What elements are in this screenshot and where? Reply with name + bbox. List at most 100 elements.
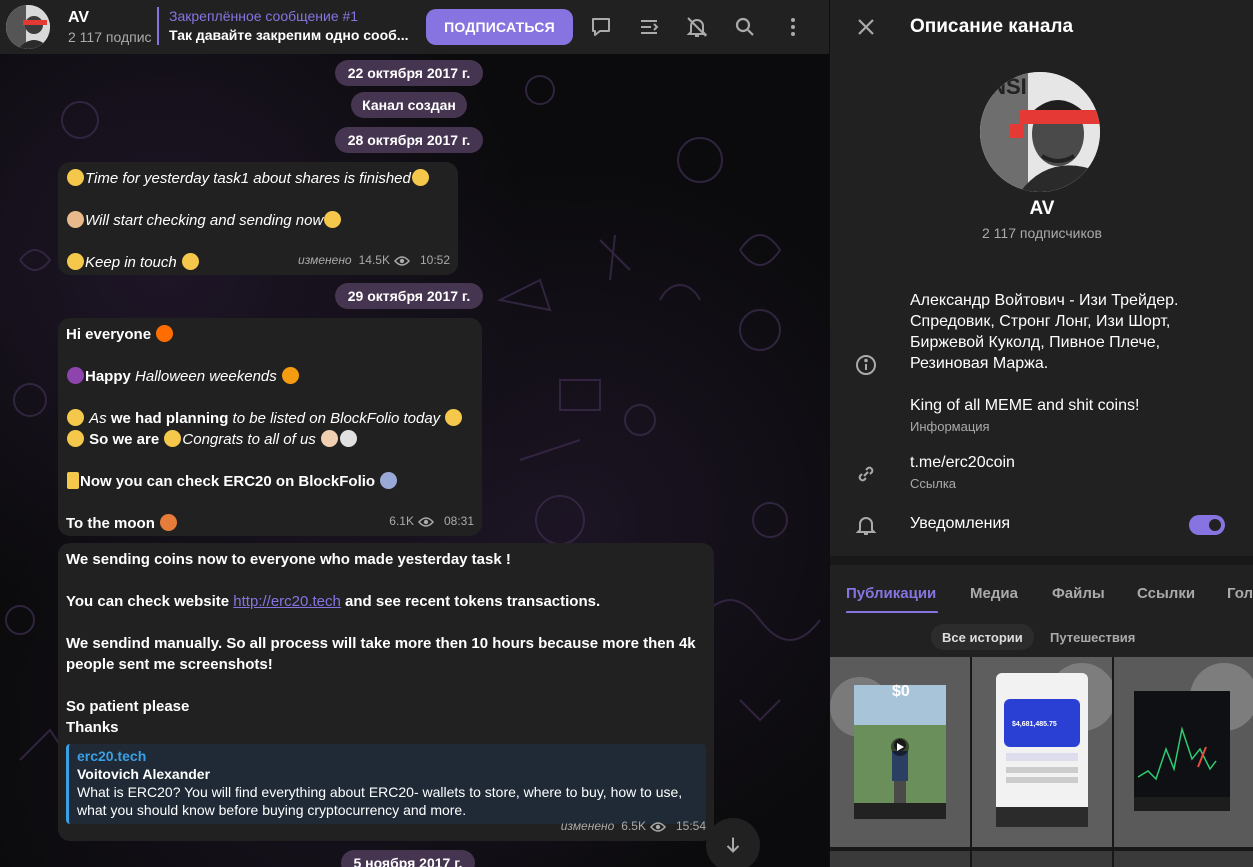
- tab-files[interactable]: Файлы: [1052, 585, 1105, 602]
- preview-title: Voitovich Alexander: [77, 766, 211, 782]
- channel-post[interactable]: Time for yesterday task1 about shares is…: [58, 162, 458, 275]
- emoji: [320, 430, 338, 447]
- channel-description[interactable]: Александр Войтович - Изи Трейдер. Спредо…: [910, 290, 1230, 436]
- post-text: Congrats to all of us: [182, 431, 316, 448]
- subscribe-button[interactable]: ПОДПИСАТЬСЯ: [426, 9, 573, 45]
- channel-subscribers: 2 117 подпис: [68, 29, 152, 45]
- website-link[interactable]: http://erc20.tech: [233, 593, 341, 610]
- channel-name: AV: [1029, 198, 1055, 219]
- post-time: 15:54: [675, 819, 706, 833]
- channel-avatar[interactable]: [6, 5, 50, 49]
- channel-link-row[interactable]: t.me/erc20coin Ссылка: [910, 452, 1015, 493]
- filter-travel[interactable]: Путешествия: [1039, 624, 1146, 650]
- channel-post[interactable]: Hi everyone Happy Halloween weekends As …: [58, 318, 482, 536]
- story-tile[interactable]: [830, 851, 970, 867]
- description-label: Информация: [910, 419, 990, 434]
- pinned-message-bar[interactable]: Закреплённое сообщение #1 Так давайте за…: [157, 7, 408, 45]
- notifications-toggle[interactable]: [1189, 515, 1225, 535]
- emoji: [156, 325, 174, 342]
- emoji: [281, 367, 299, 384]
- views-count: 6.1K: [389, 514, 414, 528]
- date-separator: 28 октября 2017 г.: [335, 127, 483, 153]
- svg-text:INSI: INSI: [984, 74, 1027, 99]
- service-message: Канал создан: [351, 92, 467, 118]
- post-text: and see recent tokens transactions.: [340, 593, 601, 610]
- tab-links[interactable]: Ссылки: [1137, 585, 1195, 602]
- emoji: [67, 211, 84, 228]
- post-text: We sendind manually. So all process will…: [66, 635, 696, 673]
- post-meta: изменено 6.5K 15:54: [561, 816, 706, 837]
- search-icon[interactable]: [733, 15, 757, 39]
- link-preview[interactable]: erc20.tech Voitovich Alexander What is E…: [66, 744, 706, 824]
- media-tabs: Публикации Медиа Файлы Ссылки Гол: [830, 565, 1253, 614]
- more-menu-icon[interactable]: [781, 15, 805, 39]
- channel-post[interactable]: We sending coins now to everyone who mad…: [58, 543, 714, 841]
- views-eye-icon: [649, 821, 666, 832]
- edited-label: изменено: [298, 253, 352, 267]
- post-meta: 6.1K 08:31: [389, 511, 474, 532]
- story-tile[interactable]: $4,681,485.75: [972, 657, 1112, 847]
- channel-info-section: Описание канала INSI AV 2 117 подписчико…: [830, 0, 1253, 556]
- post-meta: изменено 14.5K 10:52: [298, 250, 450, 271]
- story-tile[interactable]: [1114, 851, 1253, 867]
- tab-media[interactable]: Медиа: [970, 585, 1018, 602]
- post-text: So patient please: [66, 698, 190, 715]
- mute-bell-icon[interactable]: [685, 15, 709, 39]
- panel-title: Описание канала: [910, 16, 1074, 37]
- story-amount: $4,681,485.75: [1012, 721, 1057, 728]
- stories-icon[interactable]: [637, 15, 661, 39]
- pinned-title: Закреплённое сообщение #1: [169, 8, 359, 24]
- emoji: [164, 430, 182, 447]
- emoji: [181, 253, 199, 270]
- emoji: [411, 169, 429, 186]
- channel-avatar-large[interactable]: INSI: [980, 72, 1100, 192]
- link-icon: [858, 466, 874, 482]
- comments-icon[interactable]: [589, 15, 613, 39]
- post-text: Will start checking and sending now: [85, 212, 324, 229]
- emoji: [67, 409, 84, 426]
- scroll-down-button[interactable]: [706, 818, 760, 867]
- description-text: King of all MEME and shit coins!: [910, 397, 1140, 414]
- views-eye-icon: [393, 255, 410, 266]
- preview-description: What is ERC20? You will find everything …: [77, 784, 683, 818]
- story-tile[interactable]: [972, 851, 1112, 867]
- arrow-down-icon: [726, 837, 740, 853]
- close-icon[interactable]: [854, 15, 878, 39]
- story-tile[interactable]: [1114, 657, 1253, 847]
- subscriber-count: 2 117 подписчиков: [982, 225, 1102, 241]
- notifications-label: Уведомления: [910, 515, 1011, 532]
- tab-publications[interactable]: Публикации: [846, 585, 936, 602]
- toggle-knob: [1206, 516, 1224, 534]
- channel-link[interactable]: t.me/erc20coin: [910, 452, 1015, 473]
- message-list[interactable]: 22 октября 2017 г. Канал создан 28 октяб…: [0, 54, 829, 867]
- description-text: Александр Войтович - Изи Трейдер. Спредо…: [910, 292, 1179, 372]
- post-text: We sending coins now to everyone who mad…: [66, 551, 511, 568]
- emoji: [67, 472, 79, 489]
- post-time: 10:52: [419, 253, 450, 267]
- emoji: [67, 367, 84, 384]
- stories-grid: $0 $4,681,485.75: [830, 657, 1253, 867]
- emoji: [324, 211, 342, 228]
- emoji: [67, 253, 84, 270]
- chat-header: AV 2 117 подпис Закреплённое сообщение #…: [0, 0, 829, 54]
- post-text: to be listed on BlockFolio today: [232, 410, 441, 427]
- views-count: 14.5K: [358, 253, 390, 267]
- story-amount: $0: [892, 683, 910, 700]
- edited-label: изменено: [560, 819, 615, 833]
- tab-voice[interactable]: Гол: [1227, 585, 1253, 602]
- channel-title[interactable]: AV: [68, 9, 89, 27]
- emoji: [339, 430, 357, 447]
- telegram-window: AV 2 117 подпис Закреплённое сообщение #…: [0, 0, 1253, 867]
- post-text: Thanks: [66, 719, 119, 736]
- story-tile[interactable]: $0: [830, 657, 970, 847]
- channel-info-panel: Описание канала INSI AV 2 117 подписчико…: [829, 0, 1253, 867]
- post-text: So we are: [89, 431, 160, 448]
- link-label: Ссылка: [910, 476, 957, 491]
- date-separator: 29 октября 2017 г.: [335, 283, 483, 309]
- post-text: As: [89, 410, 107, 427]
- post-text: You can check website: [66, 593, 234, 610]
- post-text: Happy: [85, 368, 131, 385]
- emoji: [160, 514, 178, 531]
- filter-all-stories[interactable]: Все истории: [931, 624, 1034, 650]
- emoji: [380, 472, 398, 489]
